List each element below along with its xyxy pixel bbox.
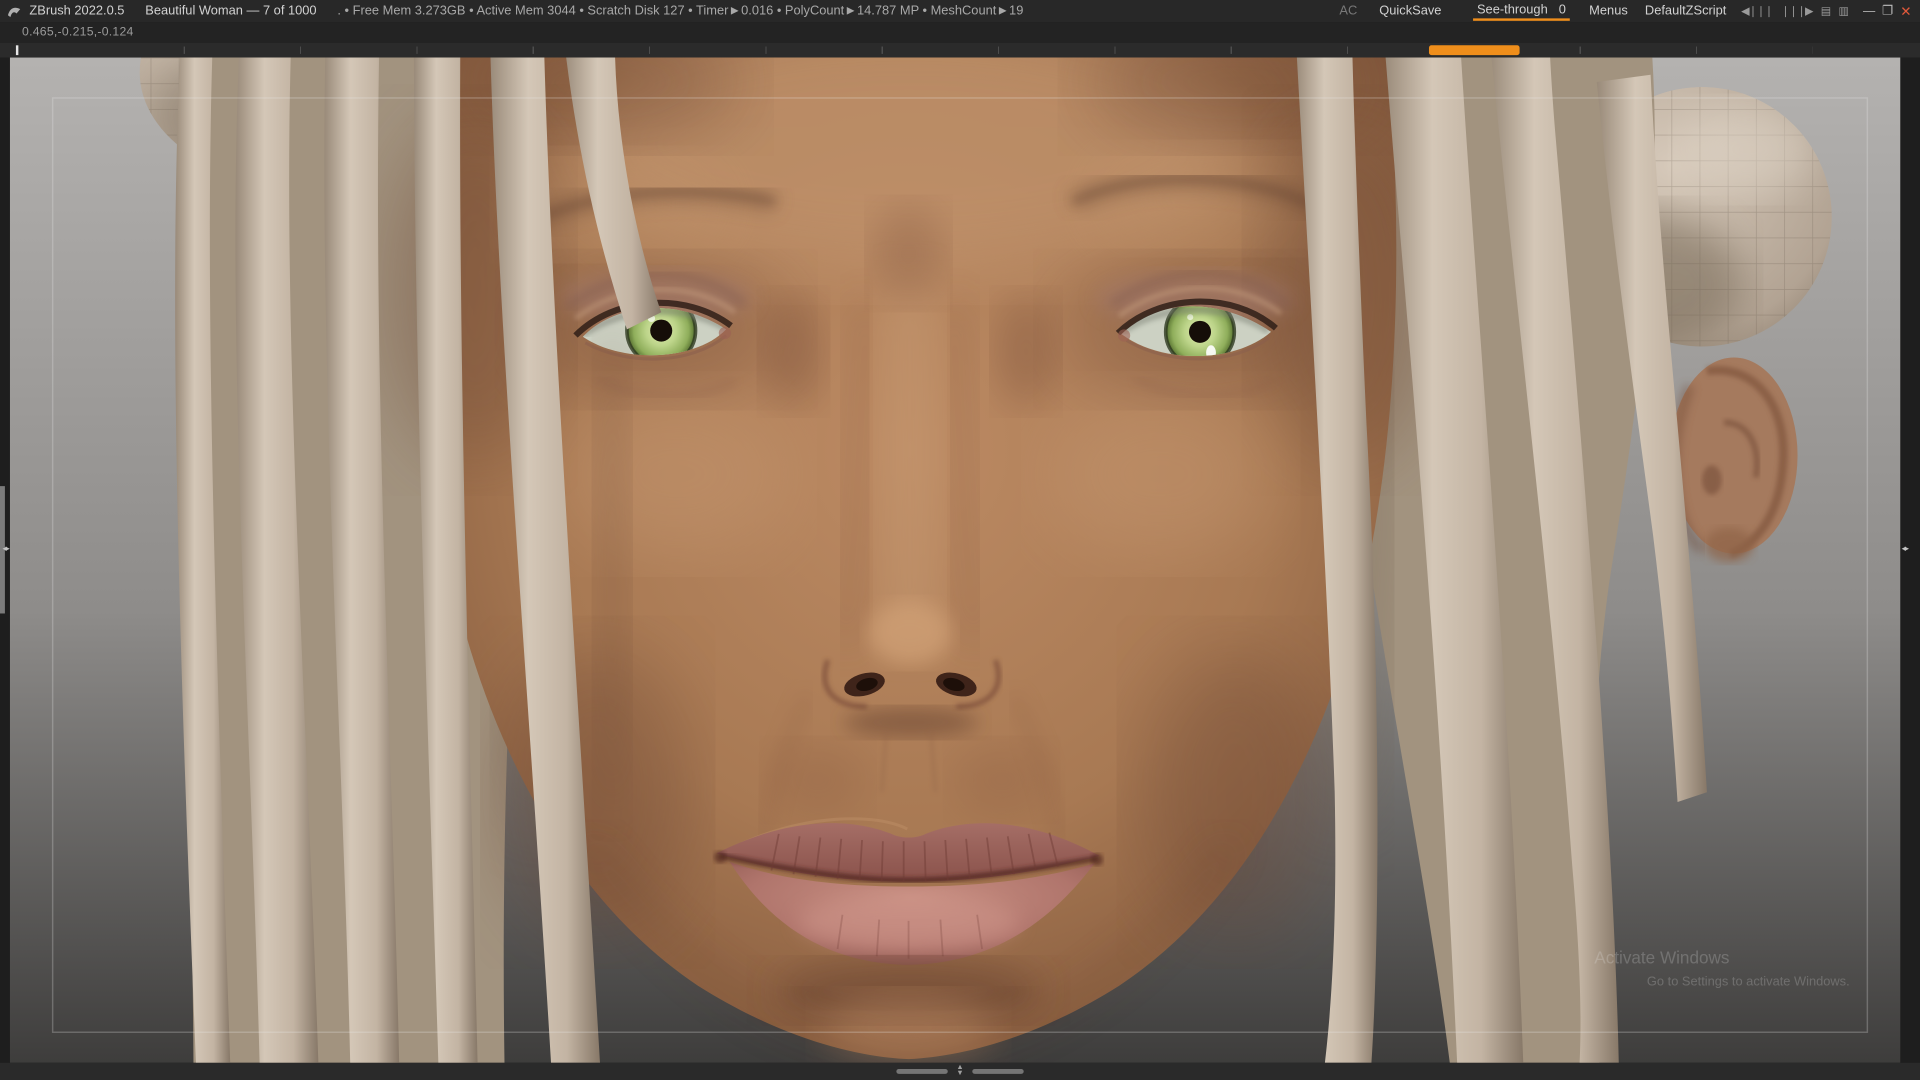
watermark-line-2: Go to Settings to activate Windows. <box>1647 974 1850 989</box>
watermark-line-1: Activate Windows <box>1594 948 1729 968</box>
minimize-button[interactable]: — <box>1860 4 1878 17</box>
scrollbar-left[interactable] <box>896 1068 948 1074</box>
shelf-active-indicator[interactable] <box>1428 45 1520 56</box>
panel-layout-icon-2[interactable]: ▥ <box>1839 4 1849 17</box>
close-button[interactable]: ✕ <box>1897 3 1915 19</box>
scroll-down-icon[interactable]: ▼ <box>956 1070 963 1077</box>
left-tray-arrow-icon[interactable]: ◂▸ <box>2 544 9 554</box>
app-title: ZBrush 2022.0.5 <box>29 3 125 19</box>
see-through-slider[interactable]: See-through 0 <box>1473 1 1570 21</box>
dock-right-icon[interactable]: ❘❘❘▶ <box>1781 4 1813 17</box>
see-through-label: See-through <box>1476 2 1548 18</box>
shelf-cursor-tick <box>15 45 19 56</box>
canvas-viewport: Activate Windows Go to Settings to activ… <box>9 57 1901 1063</box>
canvas-scroll-controls: ▲ ▼ <box>896 1063 1024 1080</box>
see-through-value: 0 <box>1558 2 1566 18</box>
zbrush-logo-icon <box>6 3 22 19</box>
document-title: Beautiful Woman — 7 of 1000 <box>145 3 317 19</box>
quicksave-button[interactable]: QuickSave <box>1379 4 1441 19</box>
sculpt-canvas[interactable]: Activate Windows Go to Settings to activ… <box>9 57 1901 1063</box>
titlebar-right-controls: AC QuickSave See-through 0 Menus Default… <box>1339 1 1920 21</box>
panel-layout-icon[interactable]: ▤ <box>1821 4 1831 17</box>
memory-stats: . • Free Mem 3.273GB • Active Mem 3044 •… <box>337 3 1024 19</box>
titlebar: ZBrush 2022.0.5 Beautiful Woman — 7 of 1… <box>0 0 1920 23</box>
bottom-bar: ▲ ▼ <box>0 1062 1920 1080</box>
panel-toggle-icons: ◀❘❘❘ ❘❘❘▶ ▤ ▥ <box>1741 4 1849 17</box>
coordinates-readout: 0.465,-0.215,-0.124 <box>22 25 134 40</box>
ac-button[interactable]: AC <box>1339 4 1357 19</box>
right-tray-arrow-icon[interactable]: ◂▸ <box>1902 544 1909 554</box>
coordinate-bar: 0.465,-0.215,-0.124 <box>0 22 1920 43</box>
zbrush-window: ZBrush 2022.0.5 Beautiful Woman — 7 of 1… <box>0 0 1920 1080</box>
scrollbar-right[interactable] <box>972 1068 1024 1074</box>
menus-button[interactable]: Menus <box>1589 4 1628 19</box>
maximize-button[interactable]: ❐ <box>1878 4 1896 17</box>
defaultzscript-button[interactable]: DefaultZScript <box>1645 4 1726 19</box>
shelf-ticks <box>183 46 1813 54</box>
scroll-arrows[interactable]: ▲ ▼ <box>956 1064 963 1077</box>
dock-left-icon[interactable]: ◀❘❘❘ <box>1741 4 1773 17</box>
top-shelf <box>0 42 1920 58</box>
